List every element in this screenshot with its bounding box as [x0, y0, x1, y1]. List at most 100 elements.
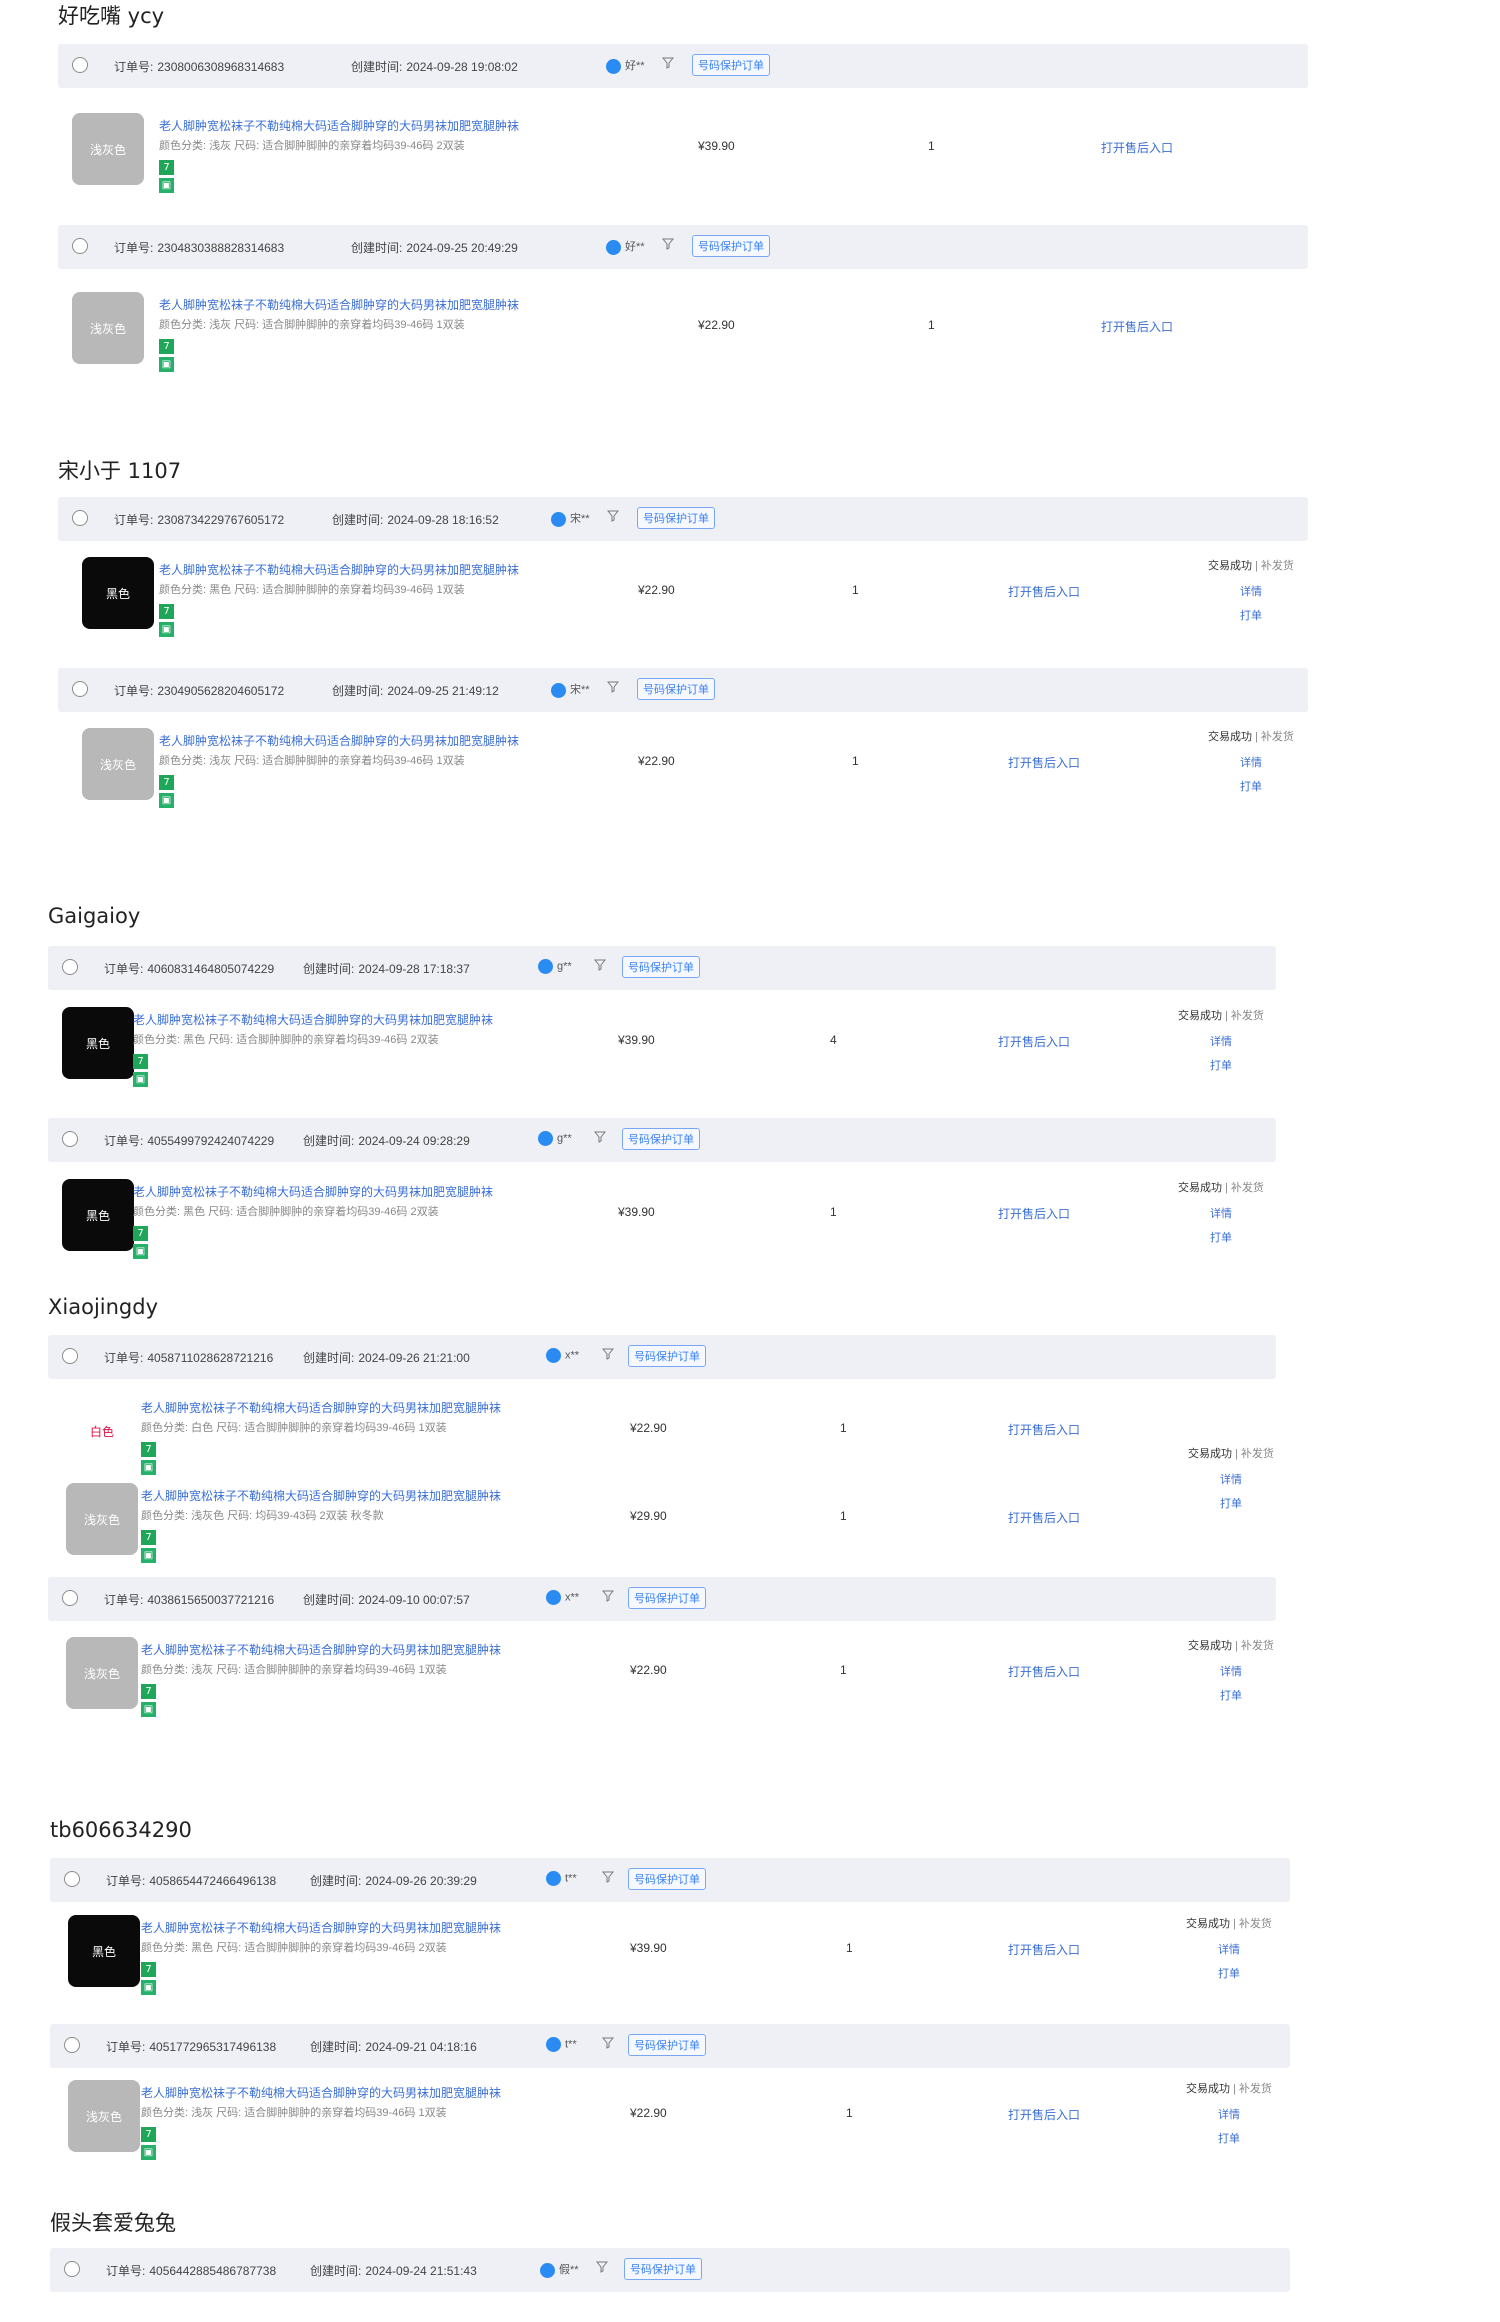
protect-order-tag: 号码保护订单 — [628, 1587, 706, 1609]
product-thumbnail[interactable]: 黑色 — [62, 1179, 134, 1251]
filter-icon[interactable] — [601, 1590, 615, 1605]
buyer-contact[interactable]: 好** — [606, 57, 645, 74]
filter-icon[interactable] — [593, 1131, 607, 1146]
product-thumbnail[interactable]: 浅灰色 — [68, 2080, 140, 2152]
reissue-text: | 补发货 — [1225, 1010, 1264, 1022]
filter-icon[interactable] — [601, 1871, 615, 1886]
detail-link[interactable]: 详情 — [1188, 1663, 1274, 1679]
order-header: 订单号: 4055499792424074229 创建时间: 2024-09-24 0… — [48, 1118, 1276, 1162]
detail-link[interactable]: 详情 — [1186, 1941, 1272, 1957]
print-link[interactable]: 打单 — [1208, 778, 1294, 794]
filter-icon[interactable] — [606, 681, 620, 696]
created-time-value: 2024-09-26 21:21:00 — [358, 1351, 470, 1365]
print-link[interactable]: 打单 — [1188, 1495, 1274, 1511]
after-sale-link[interactable]: 打开售后入口 — [1101, 318, 1173, 335]
after-sale-link[interactable]: 打开售后入口 — [998, 1205, 1070, 1222]
order-checkbox[interactable] — [64, 2037, 80, 2053]
product-thumbnail[interactable]: 黑色 — [82, 557, 154, 629]
buyer-contact[interactable]: 宋** — [551, 681, 590, 698]
wangwang-icon — [551, 511, 566, 527]
print-link[interactable]: 打单 — [1178, 1229, 1264, 1245]
after-sale-link[interactable]: 打开售后入口 — [1008, 1421, 1080, 1438]
order-checkbox[interactable] — [62, 1348, 78, 1364]
buyer-contact[interactable]: 假** — [540, 2261, 579, 2278]
created-time-value: 2024-09-26 20:39:29 — [365, 1874, 477, 1888]
buyer-contact[interactable]: x** — [546, 1348, 579, 1363]
after-sale-link[interactable]: 打开售后入口 — [1101, 139, 1173, 156]
order-checkbox[interactable] — [62, 1131, 78, 1147]
product-title-link[interactable]: 老人脚肿宽松袜子不勒纯棉大码适合脚肿穿的大码男袜加肥宽腿肿袜 — [141, 1399, 501, 1416]
product-title-link[interactable]: 老人脚肿宽松袜子不勒纯棉大码适合脚肿穿的大码男袜加肥宽腿肿袜 — [141, 1641, 501, 1658]
product-title-link[interactable]: 老人脚肿宽松袜子不勒纯棉大码适合脚肿穿的大码男袜加肥宽腿肿袜 — [141, 1487, 501, 1504]
service-badges: 7▣ — [141, 1681, 160, 1717]
after-sale-link[interactable]: 打开售后入口 — [1008, 1509, 1080, 1526]
item-quantity: 1 — [852, 754, 859, 768]
order-checkbox[interactable] — [62, 959, 78, 975]
buyer-contact[interactable]: t** — [546, 2037, 577, 2052]
filter-icon[interactable] — [606, 510, 620, 525]
status-text: 交易成功 — [1186, 1918, 1230, 1930]
product-title-link[interactable]: 老人脚肿宽松袜子不勒纯棉大码适合脚肿穿的大码男袜加肥宽腿肿袜 — [133, 1183, 493, 1200]
order-checkbox[interactable] — [62, 1590, 78, 1606]
order-number-label: 订单号: — [114, 60, 154, 74]
order-checkbox[interactable] — [64, 1871, 80, 1887]
buyer-contact[interactable]: x** — [546, 1590, 579, 1605]
detail-link[interactable]: 详情 — [1178, 1033, 1264, 1049]
protect-order-tag: 号码保护订单 — [628, 1868, 706, 1890]
item-quantity: 1 — [852, 583, 859, 597]
buyer-contact[interactable]: 好** — [606, 238, 645, 255]
reissue-text: | 补发货 — [1233, 2083, 1272, 2095]
after-sale-link[interactable]: 打开售后入口 — [998, 1033, 1070, 1050]
product-thumbnail[interactable]: 黑色 — [62, 1007, 134, 1079]
product-thumbnail[interactable]: 白色 — [66, 1395, 138, 1467]
order-checkbox[interactable] — [72, 238, 88, 254]
order-checkbox[interactable] — [72, 681, 88, 697]
product-title-link[interactable]: 老人脚肿宽松袜子不勒纯棉大码适合脚肿穿的大码男袜加肥宽腿肿袜 — [159, 732, 519, 749]
product-thumbnail[interactable]: 浅灰色 — [72, 113, 144, 185]
product-title-link[interactable]: 老人脚肿宽松袜子不勒纯棉大码适合脚肿穿的大码男袜加肥宽腿肿袜 — [159, 561, 519, 578]
filter-icon[interactable] — [661, 57, 675, 72]
buyer-nick: g** — [557, 960, 572, 973]
product-title-link[interactable]: 老人脚肿宽松袜子不勒纯棉大码适合脚肿穿的大码男袜加肥宽腿肿袜 — [133, 1011, 493, 1028]
detail-link[interactable]: 详情 — [1188, 1471, 1274, 1487]
seven-day-return-icon: 7 — [141, 2127, 156, 2142]
product-spec: 颜色分类: 黑色 尺码: 适合脚肿脚肿的亲穿着均码39-46码 2双装 — [133, 1034, 439, 1046]
order-checkbox[interactable] — [72, 57, 88, 73]
detail-link[interactable]: 详情 — [1208, 583, 1294, 599]
detail-link[interactable]: 详情 — [1178, 1205, 1264, 1221]
product-thumbnail[interactable]: 浅灰色 — [66, 1483, 138, 1555]
product-title-link[interactable]: 老人脚肿宽松袜子不勒纯棉大码适合脚肿穿的大码男袜加肥宽腿肿袜 — [141, 1919, 501, 1936]
print-link[interactable]: 打单 — [1178, 1057, 1264, 1073]
after-sale-link[interactable]: 打开售后入口 — [1008, 1663, 1080, 1680]
product-thumbnail[interactable]: 黑色 — [68, 1915, 140, 1987]
buyer-contact[interactable]: g** — [538, 959, 572, 974]
product-title-link[interactable]: 老人脚肿宽松袜子不勒纯棉大码适合脚肿穿的大码男袜加肥宽腿肿袜 — [159, 296, 519, 313]
filter-icon[interactable] — [601, 2037, 615, 2052]
after-sale-link[interactable]: 打开售后入口 — [1008, 583, 1080, 600]
filter-icon[interactable] — [595, 2261, 609, 2276]
buyer-contact[interactable]: 宋** — [551, 510, 590, 527]
product-title-link[interactable]: 老人脚肿宽松袜子不勒纯棉大码适合脚肿穿的大码男袜加肥宽腿肿袜 — [141, 2084, 501, 2101]
buyer-contact[interactable]: g** — [538, 1131, 572, 1146]
print-link[interactable]: 打单 — [1186, 1965, 1272, 1981]
product-title-link[interactable]: 老人脚肿宽松袜子不勒纯棉大码适合脚肿穿的大码男袜加肥宽腿肿袜 — [159, 117, 519, 134]
order-checkbox[interactable] — [72, 510, 88, 526]
filter-icon[interactable] — [661, 238, 675, 253]
detail-link[interactable]: 详情 — [1208, 754, 1294, 770]
filter-icon[interactable] — [601, 1348, 615, 1363]
filter-icon[interactable] — [593, 959, 607, 974]
after-sale-link[interactable]: 打开售后入口 — [1008, 754, 1080, 771]
after-sale-link[interactable]: 打开售后入口 — [1008, 2106, 1080, 2123]
print-link[interactable]: 打单 — [1186, 2130, 1272, 2146]
after-sale-link[interactable]: 打开售后入口 — [1008, 1941, 1080, 1958]
print-link[interactable]: 打单 — [1208, 607, 1294, 623]
order-checkbox[interactable] — [64, 2261, 80, 2277]
product-thumbnail[interactable]: 浅灰色 — [82, 728, 154, 800]
print-link[interactable]: 打单 — [1188, 1687, 1274, 1703]
buyer-contact[interactable]: t** — [546, 1871, 577, 1886]
product-thumbnail[interactable]: 浅灰色 — [72, 292, 144, 364]
detail-link[interactable]: 详情 — [1186, 2106, 1272, 2122]
created-time-label: 创建时间: — [310, 1874, 362, 1888]
product-thumbnail[interactable]: 浅灰色 — [66, 1637, 138, 1709]
order-header: 订单号: 2304905628204605172 创建时间: 2024-09-25 2… — [58, 668, 1308, 712]
